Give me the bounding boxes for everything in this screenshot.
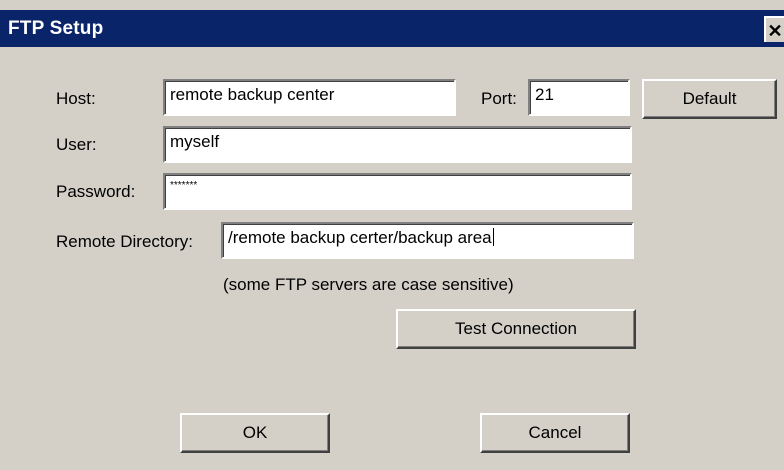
test-connection-button[interactable]: Test Connection — [396, 309, 636, 349]
port-label: Port: — [481, 89, 517, 108]
text-caret — [492, 228, 494, 246]
ftp-setup-dialog: FTP Setup ✕ Host: remote backup center P… — [0, 0, 784, 470]
remote-directory-label: Remote Directory: — [56, 232, 193, 251]
user-label: User: — [56, 135, 97, 154]
dialog-title: FTP Setup — [8, 18, 104, 39]
remote-directory-value: /remote backup certer/backup area — [228, 228, 492, 247]
remote-directory-input[interactable]: /remote backup certer/backup area — [221, 222, 634, 259]
port-input[interactable]: 21 — [528, 79, 630, 116]
password-label: Password: — [56, 182, 136, 201]
user-input[interactable]: myself — [163, 126, 632, 163]
cancel-button[interactable]: Cancel — [480, 413, 630, 453]
ok-button[interactable]: OK — [180, 413, 330, 453]
close-icon: ✕ — [767, 21, 783, 41]
case-sensitivity-note: (some FTP servers are case sensitive) — [223, 275, 514, 294]
default-button[interactable]: Default — [642, 79, 777, 119]
title-bar[interactable]: FTP Setup ✕ — [0, 10, 784, 47]
password-input[interactable]: ******* — [163, 173, 632, 210]
host-input[interactable]: remote backup center — [163, 79, 456, 116]
close-button[interactable]: ✕ — [764, 16, 784, 42]
host-label: Host: — [56, 89, 96, 108]
